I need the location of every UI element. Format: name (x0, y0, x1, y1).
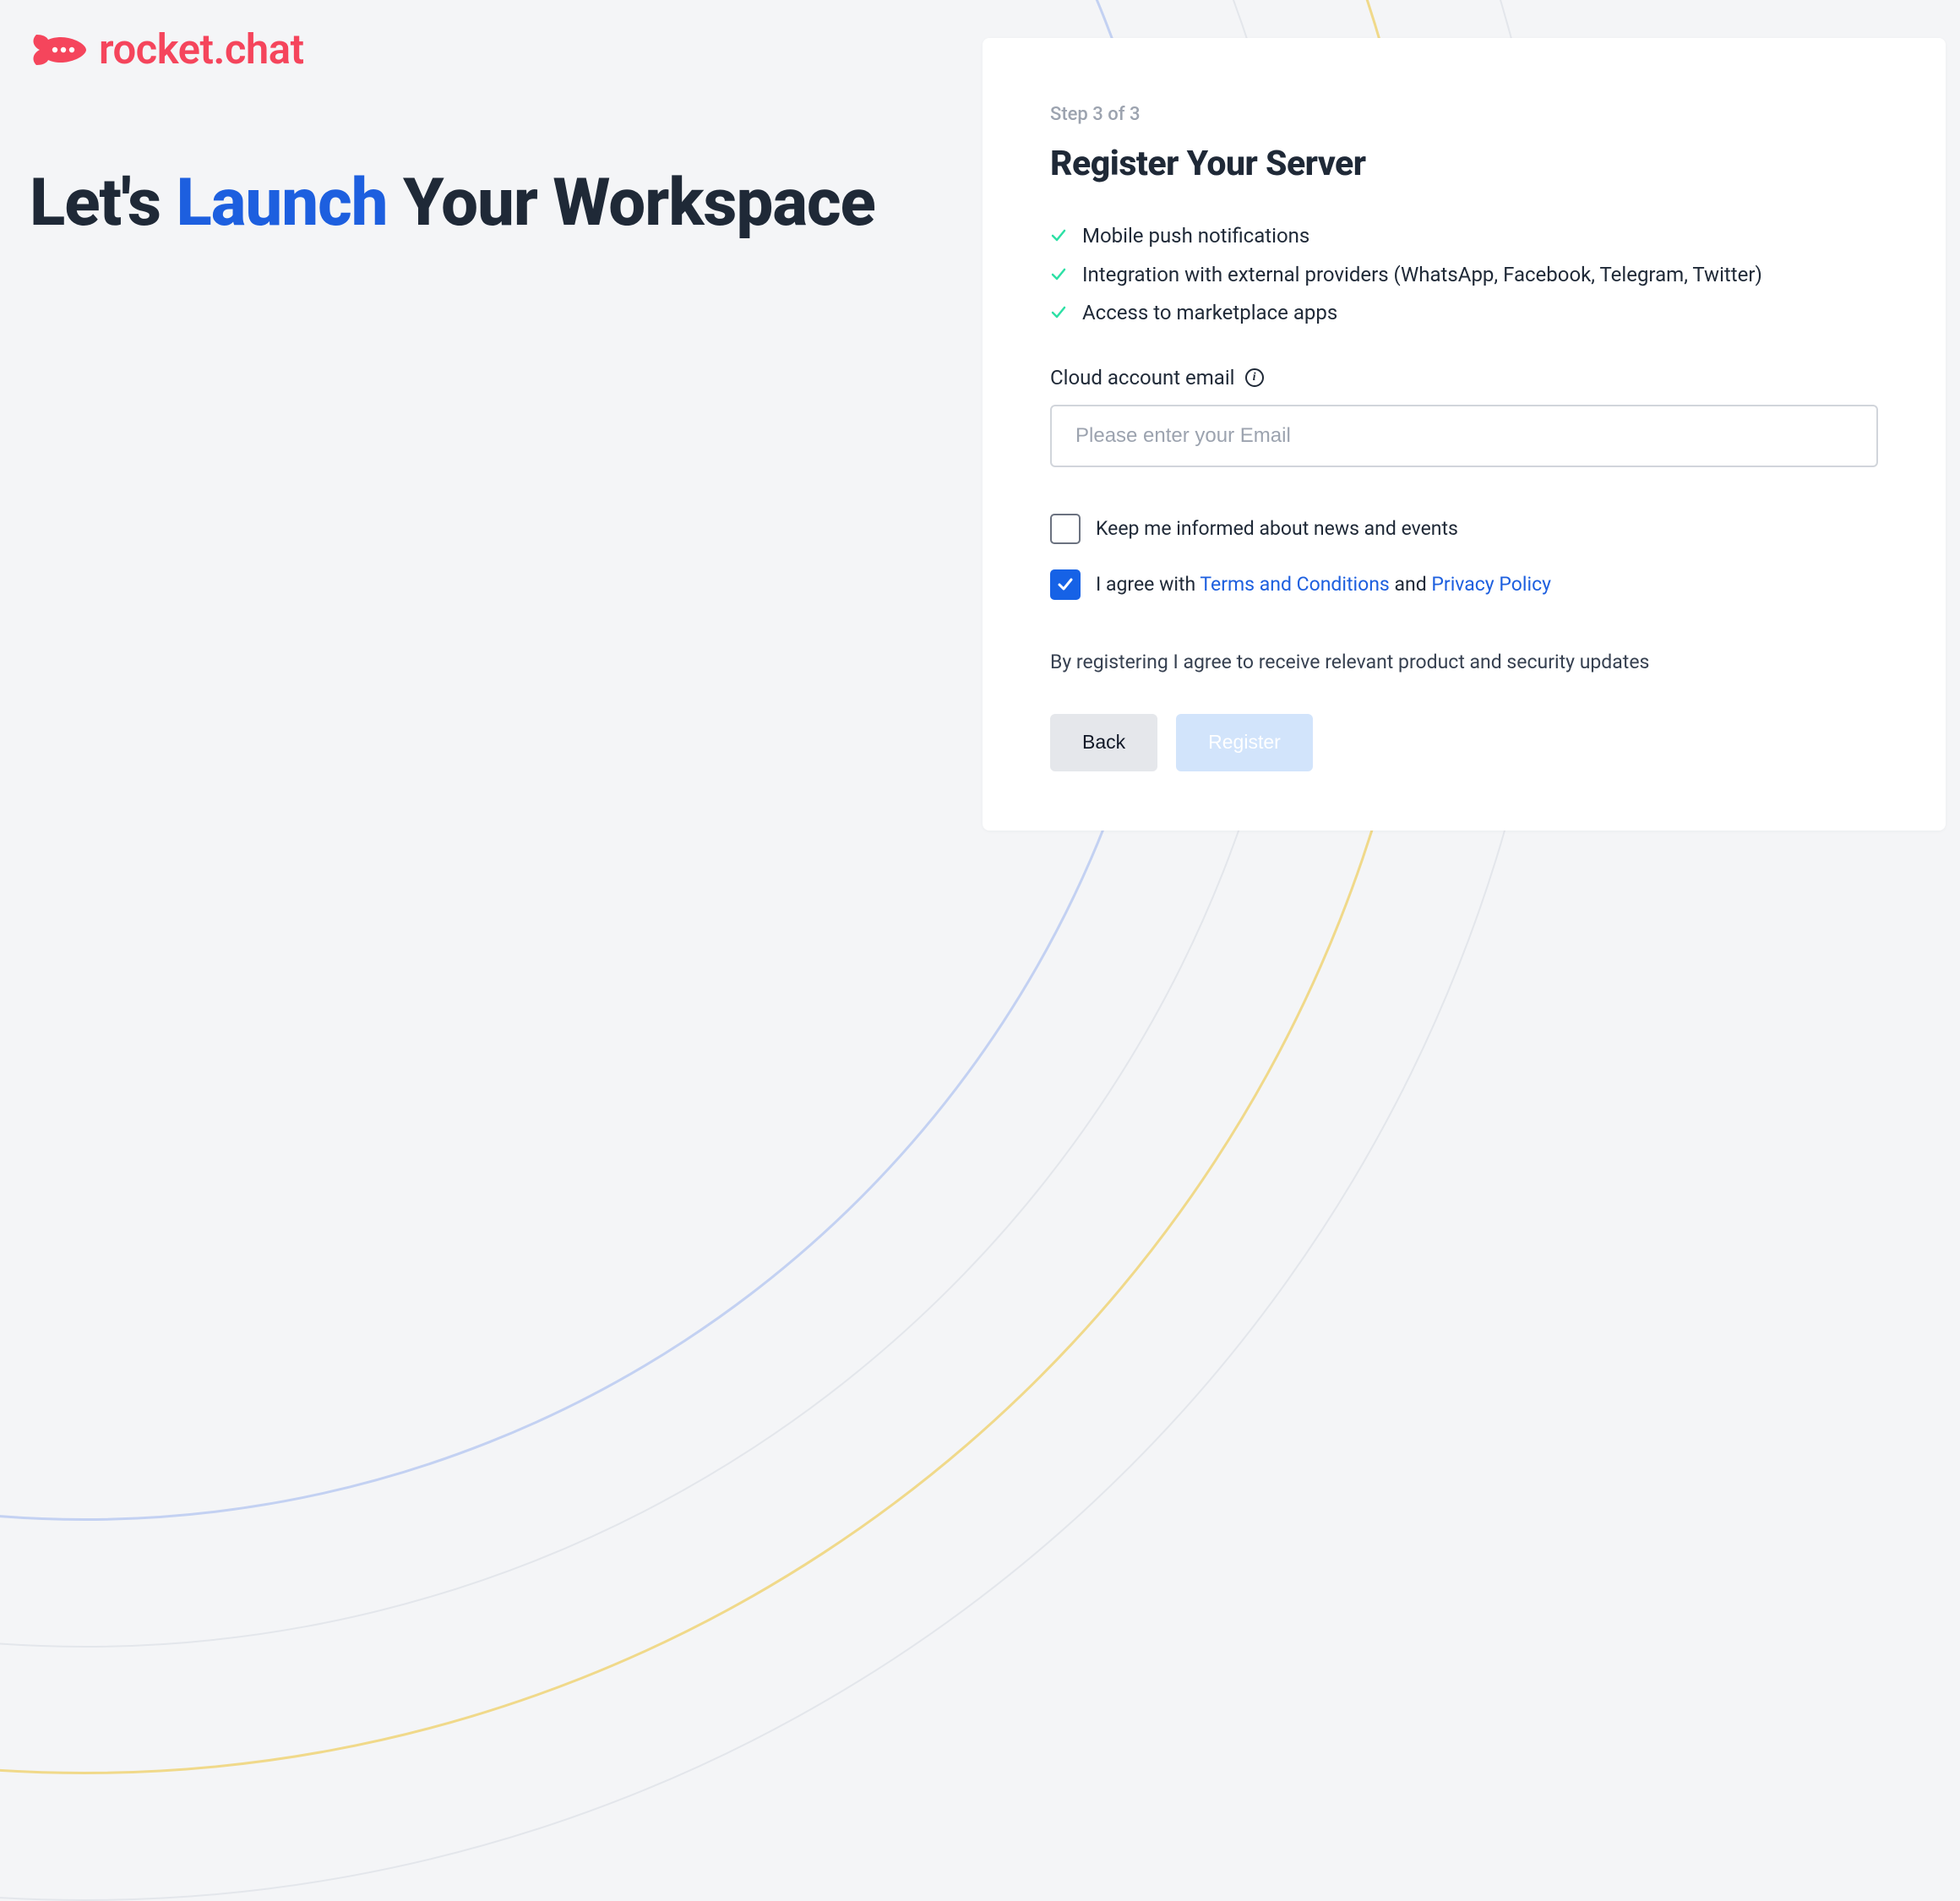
back-button[interactable]: Back (1050, 714, 1157, 771)
feature-text: Mobile push notifications (1082, 222, 1309, 251)
agree-checkbox-row: I agree with Terms and Conditions and Pr… (1050, 569, 1878, 600)
logo-text: rocket.chat (99, 25, 304, 74)
terms-link[interactable]: Terms and Conditions (1200, 573, 1389, 596)
feature-text: Access to marketplace apps (1082, 299, 1337, 328)
feature-item: Access to marketplace apps (1050, 299, 1878, 328)
hero-title: Let's Launch Your Workspace (30, 166, 875, 240)
card-title: Register Your Server (1050, 144, 1878, 184)
feature-text: Integration with external providers (Wha… (1082, 261, 1762, 290)
check-icon (1050, 304, 1067, 321)
hero-title-suffix: Your Workspace (388, 165, 875, 242)
info-icon[interactable] (1245, 368, 1264, 387)
agree-mid: and (1390, 573, 1432, 596)
left-panel: rocket.chat Let's Launch Your Workspace (30, 25, 875, 240)
email-field-label: Cloud account email (1050, 366, 1235, 389)
news-checkbox[interactable] (1050, 514, 1081, 544)
check-icon (1050, 266, 1067, 283)
register-button[interactable]: Register (1176, 714, 1313, 771)
feature-item: Mobile push notifications (1050, 222, 1878, 251)
rocket-chat-logo-icon (30, 26, 89, 74)
hero-title-prefix: Let's (30, 165, 177, 242)
email-input[interactable] (1050, 405, 1878, 467)
privacy-link[interactable]: Privacy Policy (1431, 573, 1551, 596)
feature-item: Integration with external providers (Wha… (1050, 261, 1878, 290)
news-checkbox-row: Keep me informed about news and events (1050, 514, 1878, 544)
email-label-row: Cloud account email (1050, 366, 1878, 389)
step-label: Step 3 of 3 (1050, 104, 1878, 125)
agree-checkbox[interactable] (1050, 569, 1081, 600)
hero-title-accent: Launch (177, 165, 388, 242)
check-icon (1050, 227, 1067, 244)
news-checkbox-label: Keep me informed about news and events (1096, 517, 1458, 540)
agree-prefix: I agree with (1096, 573, 1200, 596)
disclaimer-text: By registering I agree to receive releva… (1050, 651, 1878, 673)
features-list: Mobile push notifications Integration wi… (1050, 222, 1878, 328)
agree-checkbox-label: I agree with Terms and Conditions and Pr… (1096, 573, 1551, 596)
register-card: Step 3 of 3 Register Your Server Mobile … (983, 38, 1946, 831)
logo: rocket.chat (30, 25, 875, 74)
button-row: Back Register (1050, 714, 1878, 771)
